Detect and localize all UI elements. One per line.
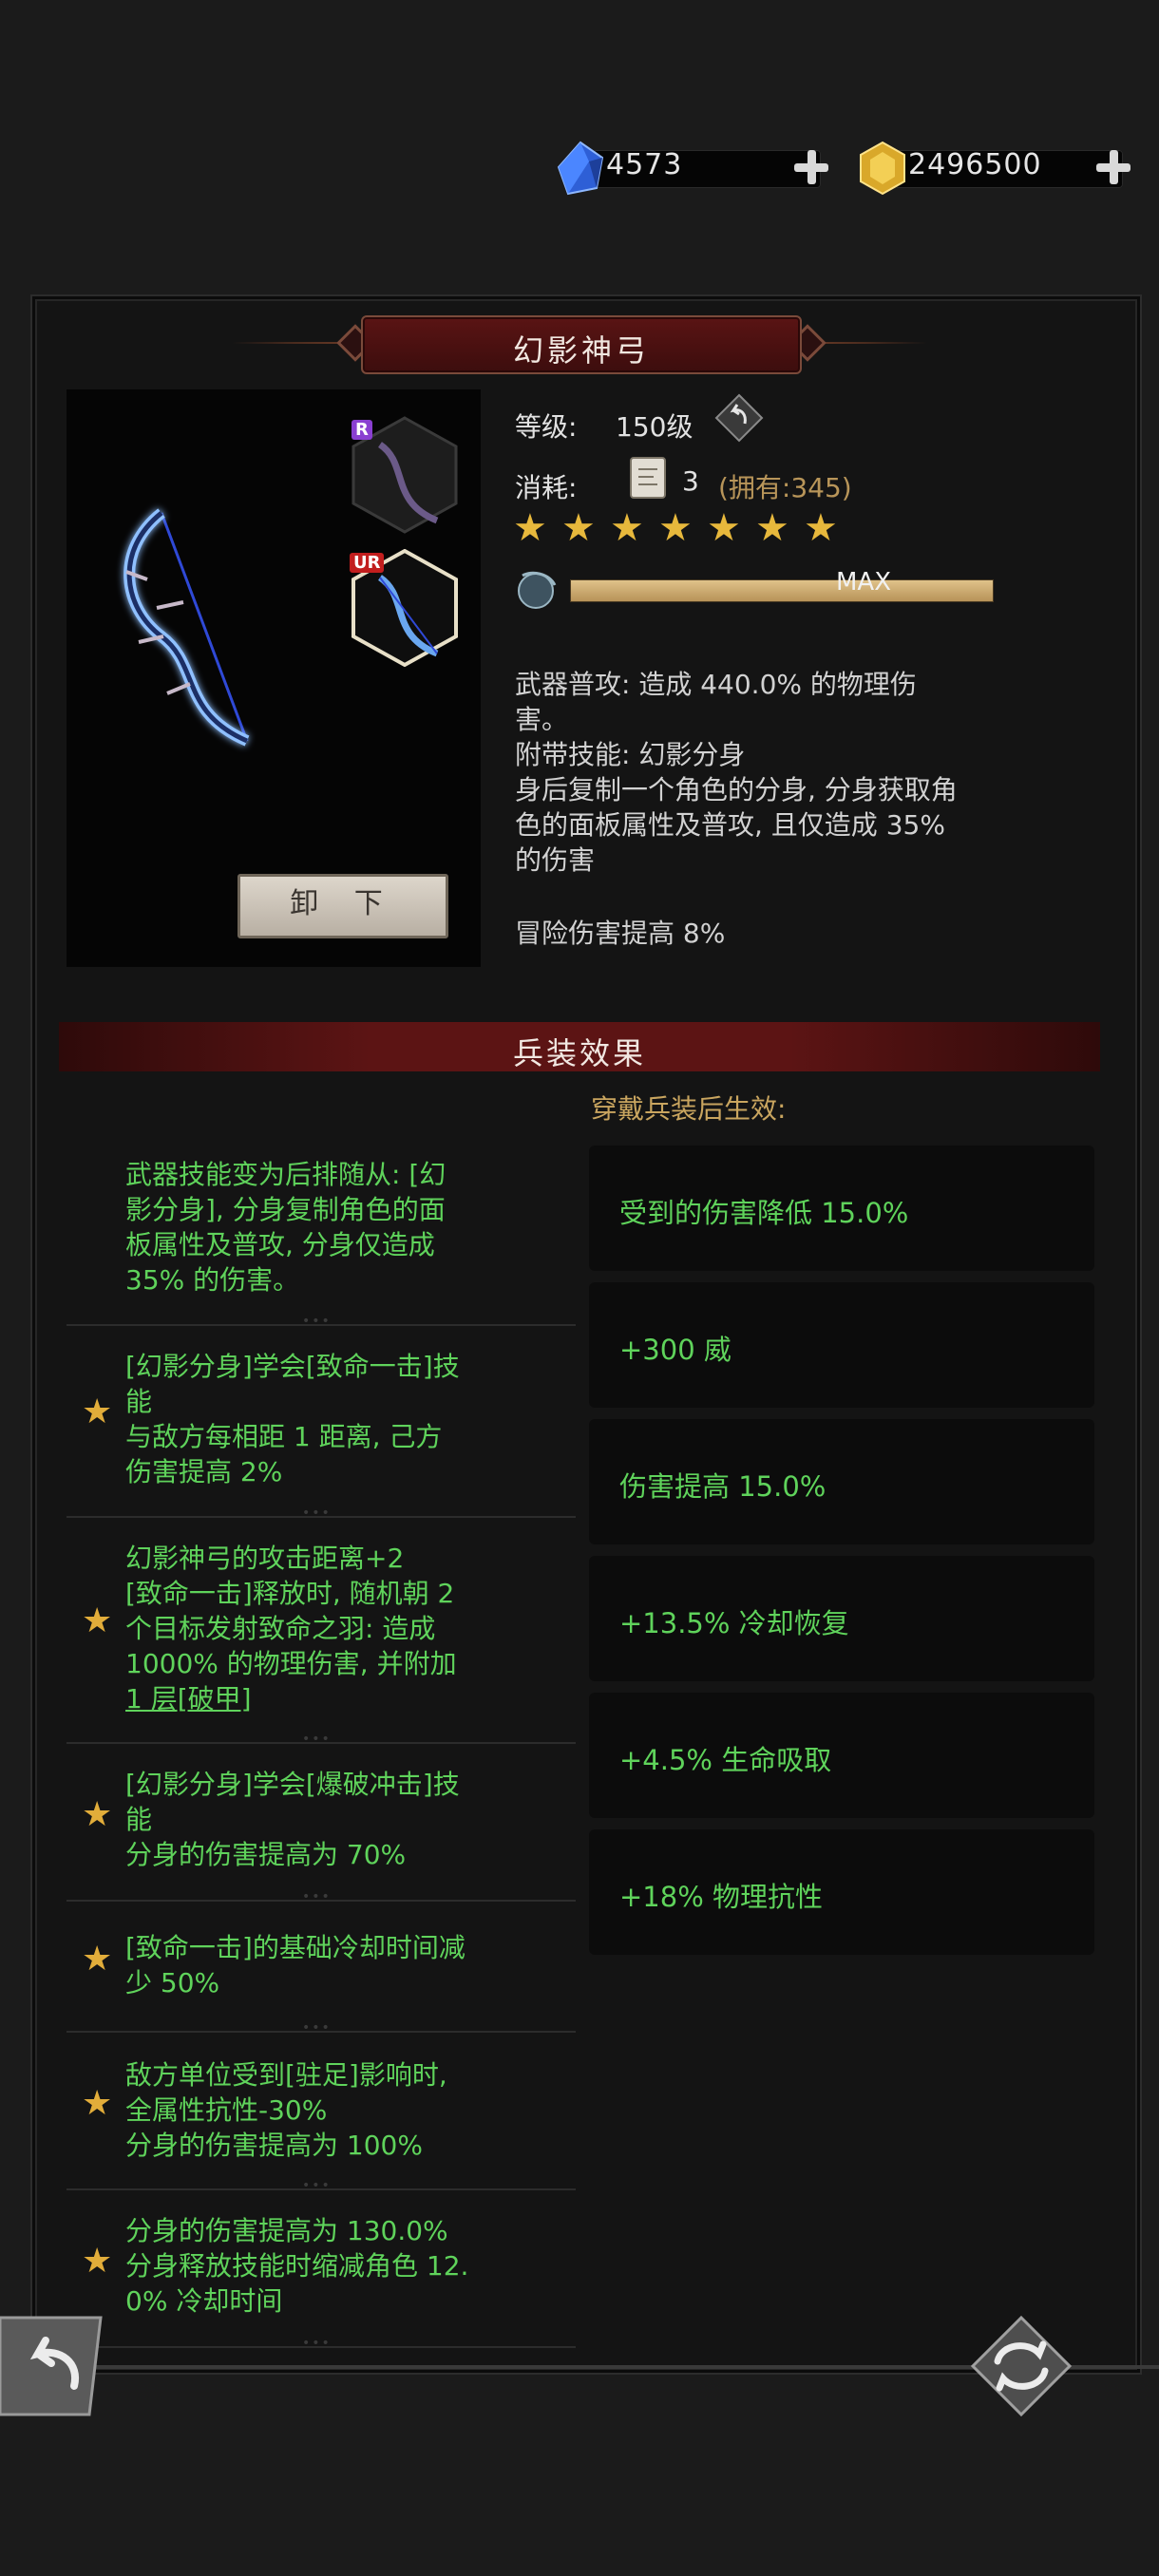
level-progress-bar xyxy=(570,579,994,602)
star-icon: ★ xyxy=(82,2242,113,2281)
weapon-preview: R UR 卸 下 xyxy=(66,389,481,967)
divider xyxy=(66,1314,576,1329)
effect-line: 35% 的伤害。 xyxy=(125,1264,300,1296)
divider xyxy=(66,2336,576,2351)
effects-title: 兵装效果 xyxy=(512,1035,646,1071)
divider xyxy=(66,1732,576,1747)
description-line: 害。 xyxy=(515,704,569,735)
gold-coin-icon xyxy=(860,141,905,196)
add-gems-button[interactable] xyxy=(788,144,834,190)
description-line: 身后复制一个角色的分身, 分身获取角 xyxy=(515,774,958,805)
star-icon: ★ xyxy=(513,506,547,550)
bonus-card: +13.5% 冷却恢复 xyxy=(589,1556,1094,1681)
effects-banner: 兵装效果 xyxy=(59,1022,1100,1071)
star-icon: ★ xyxy=(707,506,741,550)
bonus-card: +18% 物理抗性 xyxy=(589,1829,1094,1955)
effect-line: 分身的伤害提高为 70% xyxy=(125,1839,407,1870)
star-icon: ★ xyxy=(561,506,596,550)
effects-active-hint: 穿戴兵装后生效: xyxy=(591,1093,787,1125)
divider xyxy=(66,2020,576,2036)
level-label: 等级: xyxy=(515,411,578,443)
effect-line: 与敌方每相距 1 距离, 己方 xyxy=(125,1421,443,1452)
effect-line: 分身的伤害提高为 130.0% xyxy=(125,2215,448,2246)
adventure-damage-bonus: 冒险伤害提高 8% xyxy=(515,918,726,949)
effect-line: 全属性抗性-30% xyxy=(125,2094,328,2126)
skill-orb-icon xyxy=(518,571,557,609)
gem-amount: 4573 xyxy=(606,148,683,181)
cost-value: 3 xyxy=(682,465,699,497)
weapon-name: 幻影神弓 xyxy=(512,332,650,369)
bonus-text: +18% 物理抗性 xyxy=(619,1881,823,1913)
star-icon: ★ xyxy=(610,506,644,550)
star-icon: ★ xyxy=(82,1601,113,1640)
weapon-description: 武器普攻: 造成 440.0% 的物理伤 害。 附带技能: 幻影分身 身后复制一… xyxy=(515,667,1104,878)
gold-amount: 2496500 xyxy=(908,148,1042,181)
effect-line: 能 xyxy=(125,1804,153,1835)
description-line: 的伤害 xyxy=(515,844,596,876)
bonus-text: 伤害提高 15.0% xyxy=(619,1470,826,1503)
star-icon: ★ xyxy=(82,1940,113,1979)
star-icon: ★ xyxy=(82,1392,113,1431)
owned-count: (拥有:345) xyxy=(718,472,852,503)
effect-line: 少 50% xyxy=(125,1967,220,1998)
effect-line: 影分身], 分身复制角色的面 xyxy=(125,1194,446,1225)
star-icon: ★ xyxy=(82,2084,113,2123)
add-gold-button[interactable] xyxy=(1091,144,1136,190)
refresh-button[interactable] xyxy=(969,2314,1074,2418)
divider xyxy=(66,1506,576,1521)
effect-line: 分身释放技能时缩减角色 12. xyxy=(125,2250,469,2282)
effect-line: 幻影神弓的攻击距离+2 xyxy=(125,1543,405,1574)
star-icon: ★ xyxy=(658,506,693,550)
effect-line: 分身的伤害提高为 100% xyxy=(125,2130,423,2161)
description-line: 附带技能: 幻影分身 xyxy=(515,739,746,770)
bonus-text: +300 威 xyxy=(619,1334,732,1366)
divider xyxy=(66,2178,576,2193)
bonus-card: +300 威 xyxy=(589,1282,1094,1408)
divider xyxy=(66,1889,576,1904)
blue-gem-icon xyxy=(557,141,604,196)
cost-label: 消耗: xyxy=(515,472,578,503)
scroll-item-icon xyxy=(630,457,666,499)
effect-line: 伤害提高 2% xyxy=(125,1456,283,1487)
rank-badge-r: R xyxy=(352,420,372,440)
effect-line: 能 xyxy=(125,1386,153,1417)
bonus-text: 受到的伤害降低 15.0% xyxy=(619,1197,909,1229)
effect-line: 0% 冷却时间 xyxy=(125,2285,283,2317)
level-progress-text: MAX xyxy=(836,568,892,597)
rank-badge-ur: UR xyxy=(350,553,385,573)
effect-line: 武器技能变为后排随从: [幻 xyxy=(125,1159,446,1190)
bonus-text: +4.5% 生命吸取 xyxy=(619,1744,832,1776)
back-button[interactable] xyxy=(0,2314,104,2418)
effect-line: [幻影分身]学会[爆破冲击]技 xyxy=(125,1769,460,1800)
weapon-title-banner: 幻影神弓 xyxy=(361,315,802,374)
star-icon: ★ xyxy=(755,506,789,550)
description-line: 色的面板属性及普攻, 且仅造成 35% xyxy=(515,809,945,841)
bonus-card: +4.5% 生命吸取 xyxy=(589,1693,1094,1818)
star-icon: ★ xyxy=(82,1795,113,1834)
description-line: 武器普攻: 造成 440.0% 的物理伤 xyxy=(515,669,917,700)
bonus-card: 受到的伤害降低 15.0% xyxy=(589,1146,1094,1271)
star-icon: ★ xyxy=(804,506,838,550)
effect-line: [幻影分身]学会[致命一击]技 xyxy=(125,1351,460,1382)
bonus-text: +13.5% 冷却恢复 xyxy=(619,1607,849,1639)
level-up-icon[interactable] xyxy=(714,393,764,443)
effect-line[interactable]: 1 层[破甲] xyxy=(125,1681,629,1716)
effect-line: [致命一击]释放时, 随机朝 2 xyxy=(125,1578,455,1609)
effect-line: 个目标发射致命之羽: 造成 xyxy=(125,1613,436,1644)
effect-line: 板属性及普攻, 分身仅造成 xyxy=(125,1229,435,1260)
effect-line: [致命一击]的基础冷却时间减 xyxy=(125,1932,466,1963)
level-value: 150级 xyxy=(616,411,694,443)
bonus-card: 伤害提高 15.0% xyxy=(589,1419,1094,1544)
unequip-button[interactable]: 卸 下 xyxy=(238,874,448,938)
effect-line: 1000% 的物理伤害, 并附加 xyxy=(125,1648,457,1679)
bow-icon xyxy=(124,508,250,747)
effect-line: 敌方单位受到[驻足]影响时, xyxy=(125,2059,447,2091)
